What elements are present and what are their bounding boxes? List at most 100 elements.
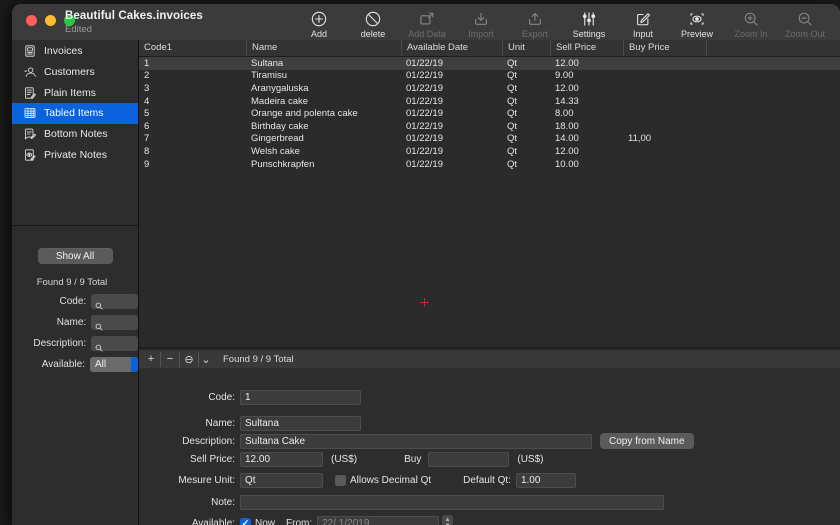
table-row[interactable]: 8 Welsh cake 01/22/19 Qt 12.00 xyxy=(139,145,840,158)
from-date-stepper[interactable]: ▲ ▼ xyxy=(442,515,454,525)
toolbar-button-add[interactable]: Add xyxy=(292,6,346,39)
toolbar-button-label: Add xyxy=(310,29,327,39)
filter-code-search-input[interactable] xyxy=(91,293,138,310)
close-button[interactable] xyxy=(26,15,37,26)
buy-currency-label: (US$) xyxy=(517,453,544,465)
table-grid-icon xyxy=(22,105,38,121)
cell-name: Tiramisu xyxy=(251,70,288,82)
toolbar: Add delete Add Data Import Export Settings Inp… xyxy=(292,6,832,40)
column-header-unit[interactable]: Unit xyxy=(502,40,550,56)
detail-form: Code: 1 Name: Sultana Description: Sulta… xyxy=(139,368,840,525)
cell-sell: 14.33 xyxy=(555,95,579,107)
cell-date: 01/22/19 xyxy=(406,145,443,157)
sell-price-input[interactable]: 12.00 xyxy=(240,451,323,467)
table-row[interactable]: 5 Orange and polenta cake 01/22/19 Qt 8.00 xyxy=(139,107,840,120)
filter-available-value: All xyxy=(94,358,107,370)
available-row: Available: ✓ Now From: 22/ 1/2019 ▲ ▼ xyxy=(139,515,454,525)
code-input[interactable]: 1 xyxy=(240,389,361,405)
add-record-button[interactable]: + xyxy=(142,351,161,367)
record-found-count: Found 9 / 9 Total xyxy=(223,353,294,365)
filter-available-label: Available: xyxy=(41,358,85,370)
cell-name: Welsh cake xyxy=(251,145,300,157)
now-checkbox[interactable]: ✓ xyxy=(240,517,251,525)
sidebar-item-invoices[interactable]: Invoices xyxy=(12,41,138,62)
sidebar-item-label: Invoices xyxy=(44,45,83,58)
sidebar-nav: Invoices Customers Plain Items Tabled Items… xyxy=(12,40,138,165)
name-row: Name: Sultana xyxy=(139,415,361,431)
default-qt-input[interactable]: 1.00 xyxy=(515,472,576,488)
column-header-available-date[interactable]: Available Date xyxy=(401,40,502,56)
record-action-button[interactable]: ⊖ xyxy=(180,351,199,367)
show-all-button[interactable]: Show All xyxy=(37,248,113,264)
table-header: Code1 Name Available Date Unit Sell Price Buy… xyxy=(139,40,840,57)
sidebar-item-label: Bottom Notes xyxy=(44,128,108,141)
search-icon xyxy=(95,318,103,336)
filter-available-dropdown[interactable]: All xyxy=(89,356,138,372)
toolbar-button-settings[interactable]: Settings xyxy=(562,6,616,39)
toolbar-button-delete[interactable]: delete xyxy=(346,6,400,39)
table-body: 1 Sultana 01/22/19 Qt 12.00 2 Tiramisu 01/22/19… xyxy=(139,57,840,351)
toolbar-button-label: Settings xyxy=(572,29,606,39)
table-row[interactable]: 6 Birthday cake 01/22/19 Qt 18.00 xyxy=(139,120,840,133)
toolbar-button-preview[interactable]: Preview xyxy=(670,6,724,39)
buy-price-input[interactable] xyxy=(428,451,510,467)
sidebar-item-private-notes[interactable]: Private Notes xyxy=(12,144,138,165)
table-row[interactable]: 1 Sultana 01/22/19 Qt 12.00 xyxy=(139,57,840,70)
column-header-code1[interactable]: Code1 xyxy=(139,40,246,56)
show-all-row: Show All xyxy=(12,248,138,264)
name-input[interactable]: Sultana xyxy=(240,415,361,431)
filter-name-label: Name: xyxy=(56,316,87,328)
sidebar-item-bottom-notes[interactable]: Bottom Notes xyxy=(12,124,138,145)
note-row: Note: xyxy=(139,494,664,510)
plus-circle-icon xyxy=(310,9,328,28)
from-date-input[interactable]: 22/ 1/2019 xyxy=(317,515,440,525)
table-row[interactable]: 3 Aranygaluska 01/22/19 Qt 12.00 xyxy=(139,82,840,95)
toolbar-button-label: Import xyxy=(468,29,494,39)
cell-date: 01/22/19 xyxy=(406,133,443,145)
sidebar-item-tabled-items[interactable]: Tabled Items xyxy=(12,103,138,124)
cell-code: 7 xyxy=(144,133,150,145)
cell-unit: Qt xyxy=(507,158,518,170)
cell-name: Madeira cake xyxy=(251,95,309,107)
mesure-unit-label: Mesure Unit: xyxy=(178,474,235,486)
cell-unit: Qt xyxy=(507,120,518,132)
toolbar-button-label: Add Data xyxy=(408,29,446,39)
title-block: Beautiful Cakes.invoices Edited xyxy=(65,9,203,36)
document-list-icon xyxy=(22,43,38,59)
filter-name-search-input[interactable] xyxy=(91,314,138,331)
mesure-unit-input[interactable]: Qt xyxy=(240,472,323,488)
cell-name: Sultana xyxy=(251,57,284,69)
chevron-down-icon[interactable]: ⌄ xyxy=(199,352,213,367)
toolbar-button-label: Preview xyxy=(680,29,713,39)
code-row: Code: 1 xyxy=(139,389,361,405)
column-header-sell-price[interactable]: Sell Price xyxy=(550,40,623,56)
sidebar: Invoices Customers Plain Items Tabled Items… xyxy=(12,40,139,525)
copy-from-name-button[interactable]: Copy from Name xyxy=(600,433,694,449)
sidebar-item-customers[interactable]: Customers xyxy=(12,62,138,83)
from-label: From: xyxy=(286,517,313,525)
default-qt-label: Default Qt: xyxy=(463,474,511,486)
table-row[interactable]: 2 Tiramisu 01/22/19 Qt 9.00 xyxy=(139,70,840,83)
table-row[interactable]: 9 Punschkrapfen 01/22/19 Qt 10.00 xyxy=(139,158,840,171)
column-header-extra[interactable] xyxy=(706,40,840,56)
toolbar-button-label: Input xyxy=(632,29,654,39)
filter-description-search-input[interactable] xyxy=(91,335,138,352)
note-input[interactable] xyxy=(240,494,664,510)
table-row[interactable]: 7 Gingerbread 01/22/19 Qt 14.00 11,00 xyxy=(139,133,840,146)
sell-price-label: Sell Price: xyxy=(189,453,235,465)
cell-code: 2 xyxy=(144,70,150,82)
minimize-button[interactable] xyxy=(45,15,56,26)
column-header-buy-price[interactable]: Buy Price xyxy=(623,40,706,56)
app-window: Beautiful Cakes.invoices Edited Add delet… xyxy=(12,4,840,525)
toolbar-button-label: Zoom In xyxy=(734,29,768,39)
allows-decimal-checkbox[interactable] xyxy=(335,474,346,486)
available-label: Available: xyxy=(191,517,235,525)
table-row[interactable]: 4 Madeira cake 01/22/19 Qt 14.33 xyxy=(139,95,840,108)
column-header-name[interactable]: Name xyxy=(246,40,401,56)
remove-record-button[interactable]: − xyxy=(161,351,180,367)
description-input[interactable]: Sultana Cake xyxy=(240,433,592,449)
sidebar-item-plain-items[interactable]: Plain Items xyxy=(12,82,138,103)
toolbar-button-add-data: Add Data xyxy=(400,6,454,39)
toolbar-button-input[interactable]: Input xyxy=(616,6,670,39)
now-group: ✓ Now xyxy=(240,517,275,525)
